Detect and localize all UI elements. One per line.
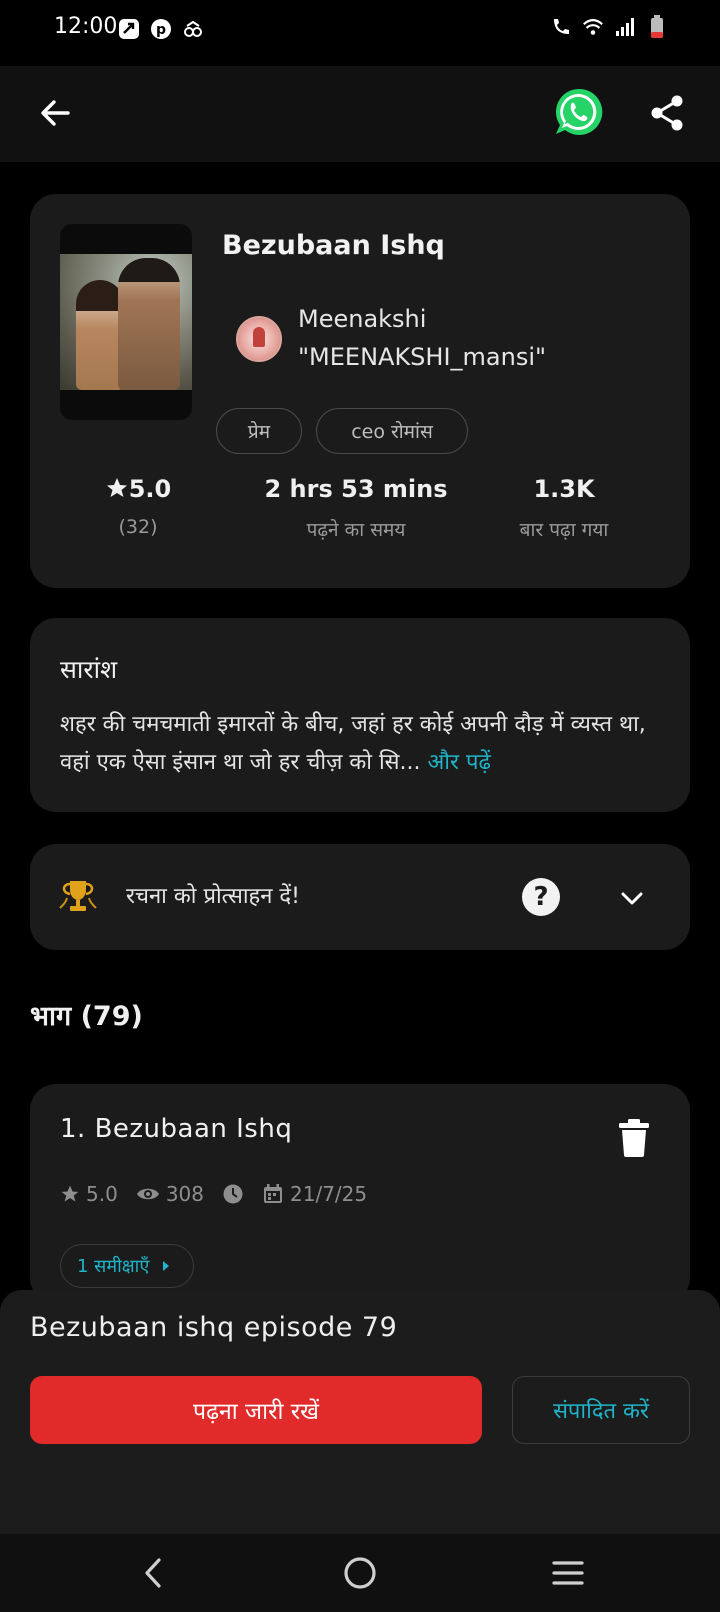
- genre-tag[interactable]: प्रेम: [216, 408, 302, 454]
- reads-stat: 1.3K बार पढ़ा गया: [494, 472, 634, 542]
- nav-home-icon: [344, 1557, 376, 1589]
- reviews-label: 1 समीक्षाएँ: [77, 1256, 150, 1277]
- eye-icon: [136, 1188, 159, 1200]
- notification-icon: [182, 18, 204, 40]
- cover-art: [60, 254, 192, 390]
- episode-rating: 5.0: [60, 1182, 118, 1206]
- rating-value: 5.0: [128, 475, 172, 503]
- rating-count: (32): [118, 516, 158, 538]
- episode-card[interactable]: 1. Bezubaan Ishq 5.0 308 21/7/25 1 समीक्…: [30, 1084, 690, 1304]
- author-avatar[interactable]: [236, 316, 282, 362]
- book-cover-image[interactable]: [60, 224, 192, 420]
- episode-views: 308: [136, 1182, 204, 1206]
- book-info-card: Bezubaan Ishq Meenakshi "MEENAKSHI_mansi…: [30, 194, 690, 588]
- share-icon: [651, 95, 683, 131]
- episode-meta: 5.0 308 21/7/25: [60, 1182, 385, 1206]
- calendar-icon: [264, 1184, 282, 1203]
- clock-icon: [223, 1184, 243, 1204]
- support-text: रचना को प्रोत्साहन दें!: [126, 884, 300, 909]
- reads-value: 1.3K: [533, 475, 595, 503]
- summary-card: सारांश शहर की चमचमाती इमारतों के बीच, जह…: [30, 618, 690, 812]
- share-button[interactable]: [644, 90, 690, 136]
- read-more-link[interactable]: और पढ़ें: [428, 750, 491, 775]
- summary-heading: सारांश: [60, 655, 118, 684]
- read-time-stat: 2 hrs 53 mins पढ़ने का समय: [256, 472, 456, 542]
- pinterest-icon: p: [150, 18, 172, 40]
- episode-rating-value: 5.0: [86, 1182, 118, 1206]
- star-icon: [106, 478, 127, 497]
- whatsapp-icon: [555, 88, 603, 135]
- author-username: "MEENAKSHI_mansi": [298, 343, 547, 371]
- whatsapp-share-button[interactable]: [552, 86, 604, 138]
- author-name[interactable]: Meenakshi "MEENAKSHI_mansi": [298, 300, 638, 376]
- caret-right-icon: [163, 1261, 170, 1271]
- system-nav-bar: [0, 1534, 720, 1612]
- delete-icon[interactable]: [616, 1118, 652, 1158]
- top-app-bar: [0, 66, 720, 162]
- nav-menu-icon: [552, 1561, 584, 1585]
- episode-date-value: 21/7/25: [290, 1182, 368, 1206]
- continue-reading-button[interactable]: पढ़ना जारी रखें: [30, 1376, 482, 1444]
- nav-back-icon: [145, 1558, 161, 1588]
- parts-heading: भाग (79): [30, 1001, 143, 1032]
- continue-reading-sheet: Bezubaan ishq episode 79 पढ़ना जारी रखें…: [0, 1290, 720, 1534]
- svg-text:p: p: [156, 22, 166, 38]
- edit-button[interactable]: संपादित करें: [512, 1376, 690, 1444]
- episode-date: 21/7/25: [262, 1182, 367, 1206]
- support-card[interactable]: रचना को प्रोत्साहन दें! ?: [30, 844, 690, 950]
- episode-read-time: [222, 1183, 244, 1205]
- signal-icon: [614, 16, 636, 38]
- current-episode-title: Bezubaan ishq episode 79: [30, 1312, 398, 1343]
- reads-label: बार पढ़ा गया: [519, 519, 609, 541]
- nav-home-button[interactable]: [332, 1548, 388, 1598]
- episode-title: 1. Bezubaan Ishq: [60, 1114, 293, 1144]
- status-bar: 12:00 p: [0, 0, 720, 60]
- wifi-icon: [582, 16, 604, 38]
- status-time: 12:00: [54, 14, 118, 39]
- book-title: Bezubaan Ishq: [222, 230, 445, 261]
- summary-body: शहर की चमचमाती इमारतों के बीच, जहां हर क…: [60, 712, 646, 775]
- help-icon[interactable]: ?: [522, 878, 560, 916]
- reviews-button[interactable]: 1 समीक्षाएँ: [60, 1244, 195, 1288]
- expand-button[interactable]: [610, 876, 654, 920]
- back-button[interactable]: [30, 88, 80, 138]
- nav-recents-button[interactable]: [540, 1548, 596, 1598]
- wifi-call-icon: [550, 16, 572, 38]
- star-icon: [61, 1185, 79, 1202]
- summary-text: शहर की चमचमाती इमारतों के बीच, जहां हर क…: [60, 706, 670, 782]
- nav-back-button[interactable]: [126, 1548, 182, 1598]
- author-display-name: Meenakshi: [298, 305, 427, 333]
- trophy-icon: [59, 881, 97, 911]
- app-icon: [118, 18, 140, 40]
- rating-stat: 5.0 (32): [90, 472, 186, 538]
- battery-icon: [646, 15, 668, 38]
- back-arrow-icon: [41, 100, 70, 126]
- chevron-down-icon: [621, 892, 643, 905]
- read-time-label: पढ़ने का समय: [306, 519, 406, 541]
- read-time-value: 2 hrs 53 mins: [264, 475, 448, 503]
- episode-views-value: 308: [165, 1182, 204, 1206]
- genre-tag[interactable]: ceo रोमांस: [316, 408, 468, 454]
